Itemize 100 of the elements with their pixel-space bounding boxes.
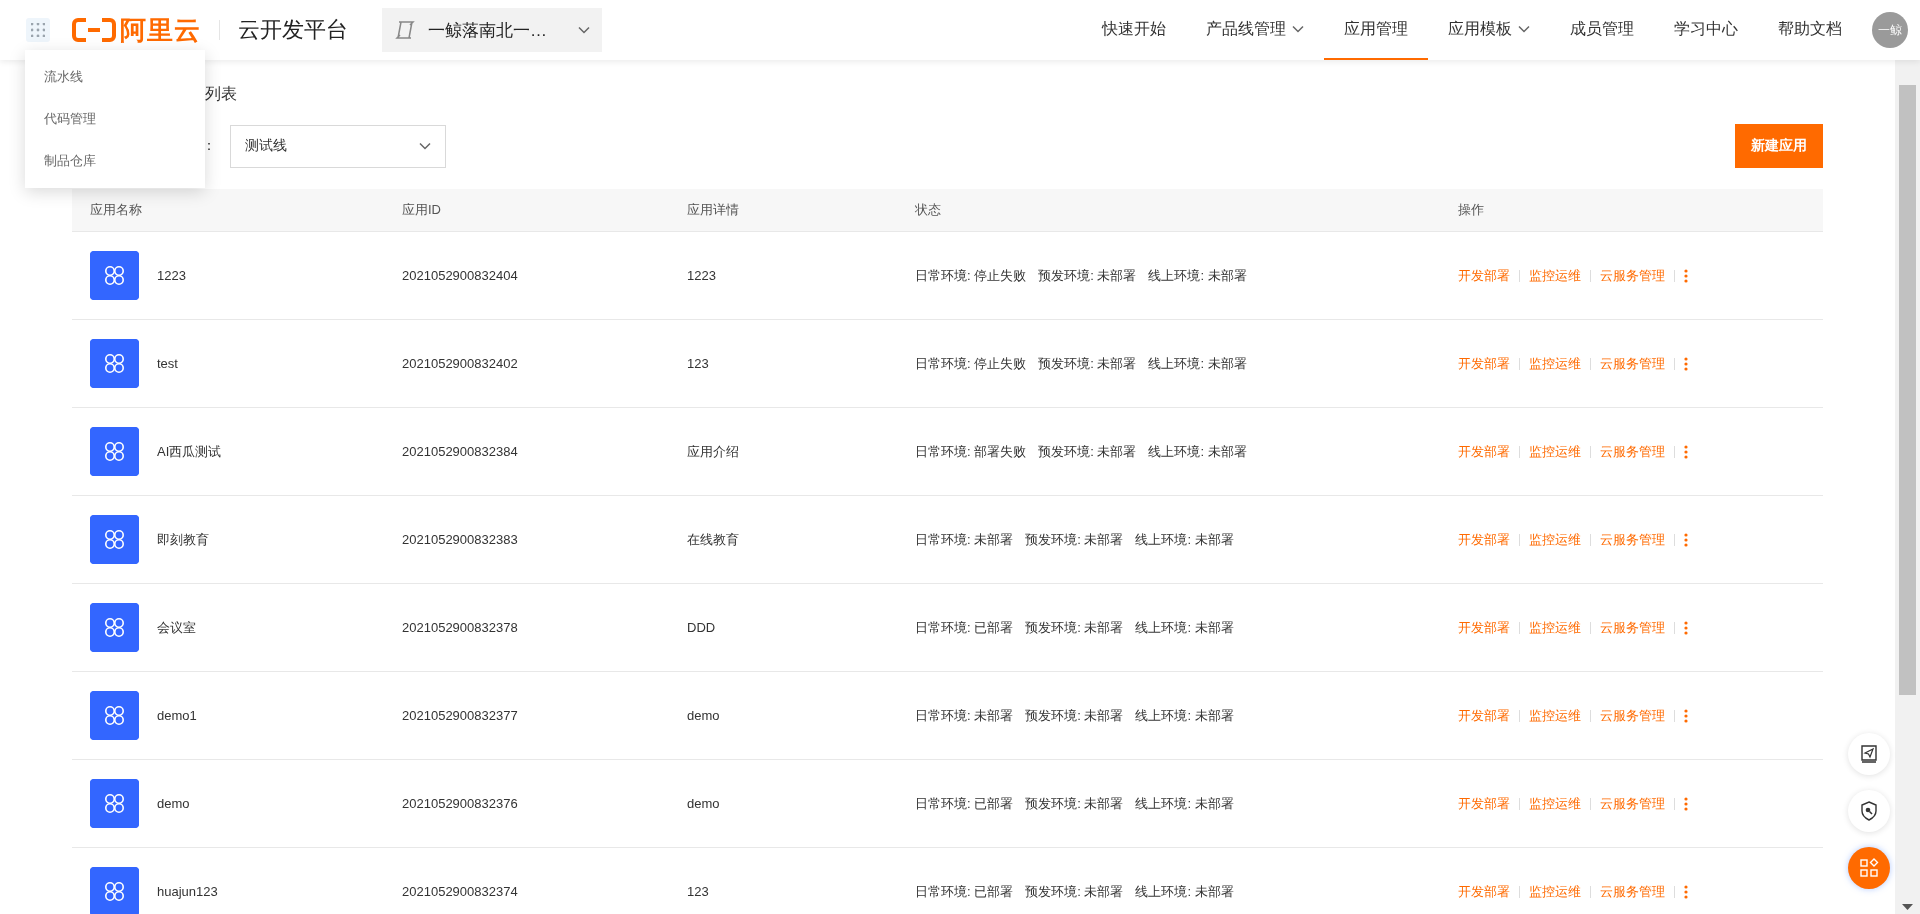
env-status: 预发环境: 未部署 bbox=[1025, 882, 1124, 901]
env-status: 线上环境: 未部署 bbox=[1135, 706, 1234, 725]
action-link[interactable]: 监控运维 bbox=[1529, 442, 1581, 461]
action-link[interactable]: 监控运维 bbox=[1529, 882, 1581, 901]
switch-icon bbox=[394, 20, 416, 40]
env-status: 预发环境: 未部署 bbox=[1025, 530, 1124, 549]
menu-item[interactable]: 流水线 bbox=[25, 56, 205, 98]
app-icon bbox=[90, 251, 139, 300]
env-status: 日常环境: 已部署 bbox=[915, 618, 1014, 637]
action-link[interactable]: 云服务管理 bbox=[1600, 706, 1665, 725]
app-icon bbox=[90, 691, 139, 740]
action-link[interactable]: 云服务管理 bbox=[1600, 442, 1665, 461]
menu-item[interactable]: 制品仓库 bbox=[25, 140, 205, 182]
app-name[interactable]: 即刻教育 bbox=[157, 530, 209, 549]
app-name[interactable]: 会议室 bbox=[157, 618, 196, 637]
env-status: 预发环境: 未部署 bbox=[1038, 354, 1137, 373]
app-detail: 1223 bbox=[687, 268, 716, 283]
nav-tab[interactable]: 帮助文档 bbox=[1758, 0, 1862, 60]
action-link[interactable]: 监控运维 bbox=[1529, 530, 1581, 549]
action-link[interactable]: 监控运维 bbox=[1529, 618, 1581, 637]
env-status: 日常环境: 未部署 bbox=[915, 706, 1014, 725]
app-detail: 在线教育 bbox=[687, 531, 739, 547]
action-link[interactable]: 开发部署 bbox=[1458, 882, 1510, 901]
action-link[interactable]: 监控运维 bbox=[1529, 266, 1581, 285]
app-id: 2021052900832377 bbox=[402, 708, 518, 723]
app-name[interactable]: test bbox=[157, 356, 178, 371]
more-icon[interactable] bbox=[1684, 884, 1688, 899]
nav-tab[interactable]: 成员管理 bbox=[1550, 0, 1654, 60]
more-icon[interactable] bbox=[1684, 620, 1688, 635]
column-header: 状态 bbox=[897, 189, 1440, 232]
product-line-select[interactable]: 测试线 bbox=[230, 124, 446, 168]
more-icon[interactable] bbox=[1684, 356, 1688, 371]
env-status: 预发环境: 未部署 bbox=[1025, 706, 1124, 725]
app-name[interactable]: 1223 bbox=[157, 268, 186, 283]
more-icon[interactable] bbox=[1684, 708, 1688, 723]
app-name[interactable]: AI西瓜测试 bbox=[157, 442, 222, 461]
env-status: 日常环境: 已部署 bbox=[915, 794, 1014, 813]
env-status: 日常环境: 已部署 bbox=[915, 882, 1014, 901]
app-detail: DDD bbox=[687, 620, 716, 635]
action-link[interactable]: 云服务管理 bbox=[1600, 354, 1665, 373]
project-selector[interactable]: 一鲸落南北一… bbox=[382, 8, 602, 52]
user-avatar[interactable]: 一鲸 bbox=[1872, 12, 1908, 48]
app-id: 2021052900832376 bbox=[402, 796, 518, 811]
scroll-down-icon[interactable] bbox=[1902, 904, 1913, 910]
action-link[interactable]: 云服务管理 bbox=[1600, 618, 1665, 637]
action-link[interactable]: 云服务管理 bbox=[1600, 530, 1665, 549]
apps-icon bbox=[1859, 858, 1879, 878]
nav-tab[interactable]: 快速开始 bbox=[1082, 0, 1186, 60]
app-grid-icon[interactable] bbox=[26, 18, 50, 42]
env-status: 线上环境: 未部署 bbox=[1148, 266, 1247, 285]
env-status: 预发环境: 未部署 bbox=[1038, 266, 1137, 285]
nav-tab[interactable]: 学习中心 bbox=[1654, 0, 1758, 60]
action-link[interactable]: 开发部署 bbox=[1458, 442, 1510, 461]
security-button[interactable] bbox=[1848, 790, 1890, 832]
platform-title: 云开发平台 bbox=[238, 16, 348, 44]
apps-button[interactable] bbox=[1848, 847, 1890, 889]
more-icon[interactable] bbox=[1684, 796, 1688, 811]
action-link[interactable]: 监控运维 bbox=[1529, 354, 1581, 373]
action-link[interactable]: 云服务管理 bbox=[1600, 266, 1665, 285]
send-button[interactable] bbox=[1848, 733, 1890, 775]
nav-tab[interactable]: 应用模板 bbox=[1428, 0, 1550, 60]
more-icon[interactable] bbox=[1684, 444, 1688, 459]
env-status: 日常环境: 未部署 bbox=[915, 530, 1014, 549]
app-id: 2021052900832404 bbox=[402, 268, 518, 283]
action-link[interactable]: 监控运维 bbox=[1529, 794, 1581, 813]
app-icon bbox=[90, 779, 139, 828]
menu-item[interactable]: 代码管理 bbox=[25, 98, 205, 140]
app-icon bbox=[90, 339, 139, 388]
chevron-down-icon bbox=[419, 142, 431, 150]
action-link[interactable]: 云服务管理 bbox=[1600, 794, 1665, 813]
app-detail: demo bbox=[687, 708, 720, 723]
nav-tab[interactable]: 产品线管理 bbox=[1186, 0, 1324, 60]
app-detail: 123 bbox=[687, 356, 709, 371]
column-header: 应用详情 bbox=[669, 189, 897, 232]
action-link[interactable]: 开发部署 bbox=[1458, 706, 1510, 725]
app-name[interactable]: demo bbox=[157, 796, 190, 811]
app-detail: 应用介绍 bbox=[687, 443, 739, 459]
filter-label: ： bbox=[202, 137, 217, 155]
app-id: 2021052900832383 bbox=[402, 532, 518, 547]
env-status: 日常环境: 停止失败 bbox=[915, 266, 1027, 285]
more-icon[interactable] bbox=[1684, 532, 1688, 547]
new-app-button[interactable]: 新建应用 bbox=[1735, 124, 1823, 168]
scrollbar-thumb[interactable] bbox=[1899, 85, 1916, 695]
nav-tab[interactable]: 应用管理 bbox=[1324, 0, 1428, 60]
action-link[interactable]: 监控运维 bbox=[1529, 706, 1581, 725]
action-link[interactable]: 开发部署 bbox=[1458, 530, 1510, 549]
app-name[interactable]: huajun123 bbox=[157, 884, 218, 899]
more-icon[interactable] bbox=[1684, 268, 1688, 283]
action-link[interactable]: 云服务管理 bbox=[1600, 882, 1665, 901]
column-header: 应用ID bbox=[384, 189, 669, 232]
action-link[interactable]: 开发部署 bbox=[1458, 266, 1510, 285]
action-link[interactable]: 开发部署 bbox=[1458, 618, 1510, 637]
app-name[interactable]: demo1 bbox=[157, 708, 197, 723]
action-link[interactable]: 开发部署 bbox=[1458, 794, 1510, 813]
env-status: 线上环境: 未部署 bbox=[1135, 530, 1234, 549]
brand-name: 阿里云 bbox=[120, 13, 201, 47]
action-link[interactable]: 开发部署 bbox=[1458, 354, 1510, 373]
env-status: 预发环境: 未部署 bbox=[1025, 618, 1124, 637]
app-id: 2021052900832374 bbox=[402, 884, 518, 899]
app-id: 2021052900832402 bbox=[402, 356, 518, 371]
